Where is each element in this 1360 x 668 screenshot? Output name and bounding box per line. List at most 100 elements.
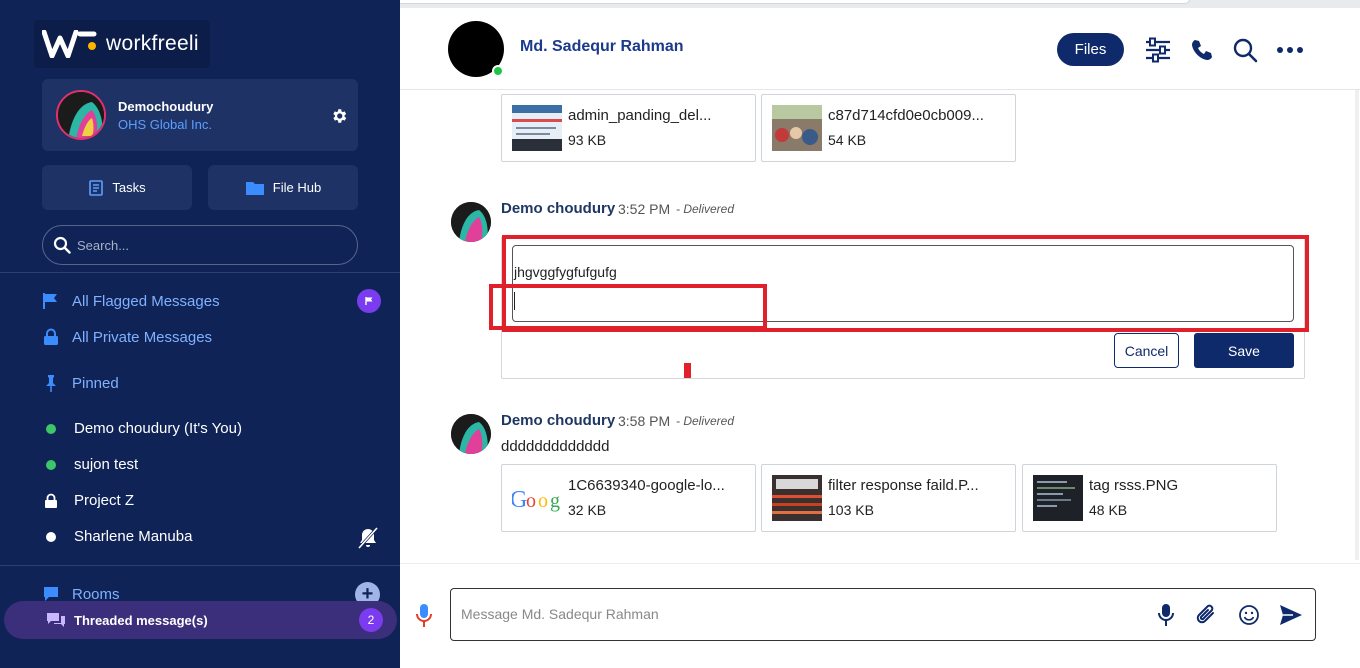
attachment-size: 93 KB: [568, 132, 607, 148]
contact-item[interactable]: sujon test: [42, 456, 138, 473]
flagged-badge: [357, 289, 381, 313]
contact-item[interactable]: Demo choudury (It's You): [42, 420, 242, 437]
phone-icon[interactable]: [1187, 35, 1217, 65]
voice-record-icon[interactable]: [415, 603, 433, 629]
attachment-thumbnail: [772, 105, 822, 151]
more-options-icon[interactable]: [1275, 35, 1305, 65]
lock-icon: [44, 328, 58, 345]
profile-org: OHS Global Inc.: [118, 117, 212, 132]
attachment-card[interactable]: Goog 1C6639340-google-lo... 32 KB: [501, 464, 756, 532]
threaded-messages-item[interactable]: Threaded message(s) 2: [4, 601, 397, 639]
nav-flagged-label: All Flagged Messages: [72, 292, 220, 310]
send-icon[interactable]: [1279, 603, 1303, 627]
profile-name: Demochoudury: [118, 99, 214, 114]
scrollbar[interactable]: [1355, 90, 1359, 560]
message-time: 3:52 PM: [618, 201, 671, 217]
flag-icon: [43, 293, 57, 309]
nav-private-label: All Private Messages: [72, 328, 213, 346]
attachment-size: 32 KB: [568, 502, 607, 518]
workfreeli-logo-icon: [42, 30, 97, 58]
gear-icon[interactable]: [330, 107, 348, 125]
attachment-card[interactable]: filter response faild.P... 103 KB: [761, 464, 1016, 532]
message-text: ddddddddddddd: [501, 438, 610, 455]
conversation-title[interactable]: Md. Sadequr Rahman: [520, 38, 684, 56]
flag-icon: [365, 297, 373, 305]
user-profile-card[interactable]: Demochoudury OHS Global Inc.: [42, 79, 358, 151]
attachment-name: admin_panding_del...: [568, 107, 712, 124]
save-button[interactable]: Save: [1194, 333, 1294, 368]
search-input[interactable]: Search...: [42, 225, 358, 265]
svg-text:o: o: [526, 490, 536, 512]
avatar: [56, 90, 106, 140]
attachment-name: 1C6639340-google-lo...: [568, 477, 725, 494]
attachment-size: 103 KB: [828, 502, 874, 518]
nav-private-messages[interactable]: All Private Messages: [42, 328, 212, 346]
contact-label: Demo choudury (It's You): [74, 420, 242, 437]
svg-text:o: o: [538, 490, 548, 512]
highlight-marker: [684, 363, 691, 378]
avatar[interactable]: [451, 202, 491, 242]
message-status: - Delivered: [676, 202, 735, 216]
file-hub-button[interactable]: File Hub: [208, 165, 358, 210]
brand-name: workfreeli: [106, 32, 199, 55]
tasks-icon: [89, 179, 104, 196]
divider: [0, 565, 400, 566]
attachment-card[interactable]: c87d714cfd0e0cb009... 54 KB: [761, 94, 1016, 162]
attachment-name: tag rsss.PNG: [1089, 477, 1179, 494]
avatar[interactable]: [451, 414, 491, 454]
contact-item[interactable]: Sharlene Manuba: [42, 528, 192, 545]
online-status-icon: [46, 459, 56, 470]
attachment-name: filter response faild.P...: [828, 477, 979, 494]
lock-icon: [45, 493, 57, 508]
attachment-card[interactable]: tag rsss.PNG 48 KB: [1022, 464, 1277, 532]
threaded-label: Threaded message(s): [74, 612, 208, 628]
message-time: 3:58 PM: [618, 413, 671, 429]
highlight-box: [489, 284, 767, 330]
contact-item[interactable]: Project Z: [42, 492, 134, 509]
emoji-icon[interactable]: [1237, 603, 1261, 627]
threaded-count-badge: 2: [359, 608, 383, 632]
conversation-header: Md. Sadequr Rahman Files: [400, 8, 1360, 90]
files-button[interactable]: Files: [1057, 33, 1124, 66]
attachment-size: 54 KB: [828, 132, 867, 148]
divider: [0, 272, 400, 273]
attachment-size: 48 KB: [1089, 502, 1128, 518]
folder-icon: [245, 181, 264, 195]
contact-label: sujon test: [74, 456, 139, 473]
mute-bell-icon[interactable]: [356, 526, 380, 550]
attachment-thumbnail: [772, 475, 822, 521]
nav-flagged-messages[interactable]: All Flagged Messages: [42, 292, 220, 310]
sidebar: workfreeli Demochoudury OHS Global Inc. …: [0, 0, 400, 668]
online-status-icon: [46, 423, 56, 434]
paperclip-icon[interactable]: [1195, 603, 1219, 627]
file-hub-label: File Hub: [272, 180, 322, 195]
search-icon: [53, 236, 71, 254]
attachment-card[interactable]: admin_panding_del... 93 KB: [501, 94, 756, 162]
cancel-button[interactable]: Cancel: [1114, 333, 1179, 368]
message-input-placeholder: Message Md. Sadequr Rahman: [461, 606, 659, 622]
nav-pinned[interactable]: Pinned: [42, 374, 119, 392]
message-author[interactable]: Demo choudury: [501, 412, 615, 429]
microphone-icon[interactable]: [1154, 603, 1178, 627]
tasks-button[interactable]: Tasks: [42, 165, 192, 210]
nav-rooms-label: Rooms: [72, 585, 120, 603]
nav-pinned-label: Pinned: [72, 374, 119, 392]
attachment-thumbnail: [1033, 475, 1083, 521]
message-input[interactable]: Message Md. Sadequr Rahman: [450, 588, 1316, 641]
attachment-thumbnail: [512, 105, 562, 151]
search-icon[interactable]: [1230, 35, 1260, 65]
svg-text:g: g: [550, 490, 560, 512]
attachment-name: c87d714cfd0e0cb009...: [828, 107, 984, 124]
tasks-label: Tasks: [112, 180, 146, 195]
app-logo[interactable]: workfreeli: [34, 20, 210, 68]
contact-label: Project Z: [74, 492, 135, 509]
search-placeholder: Search...: [77, 237, 130, 253]
filter-sliders-icon[interactable]: [1143, 35, 1173, 65]
message-status: - Delivered: [676, 414, 735, 428]
pin-icon: [46, 375, 56, 392]
message-author[interactable]: Demo choudury: [501, 200, 615, 217]
contact-label: Sharlene Manuba: [74, 528, 193, 545]
attachment-thumbnail: Goog: [512, 475, 562, 521]
online-status-icon: [492, 65, 504, 77]
offline-status-icon: [46, 531, 56, 542]
